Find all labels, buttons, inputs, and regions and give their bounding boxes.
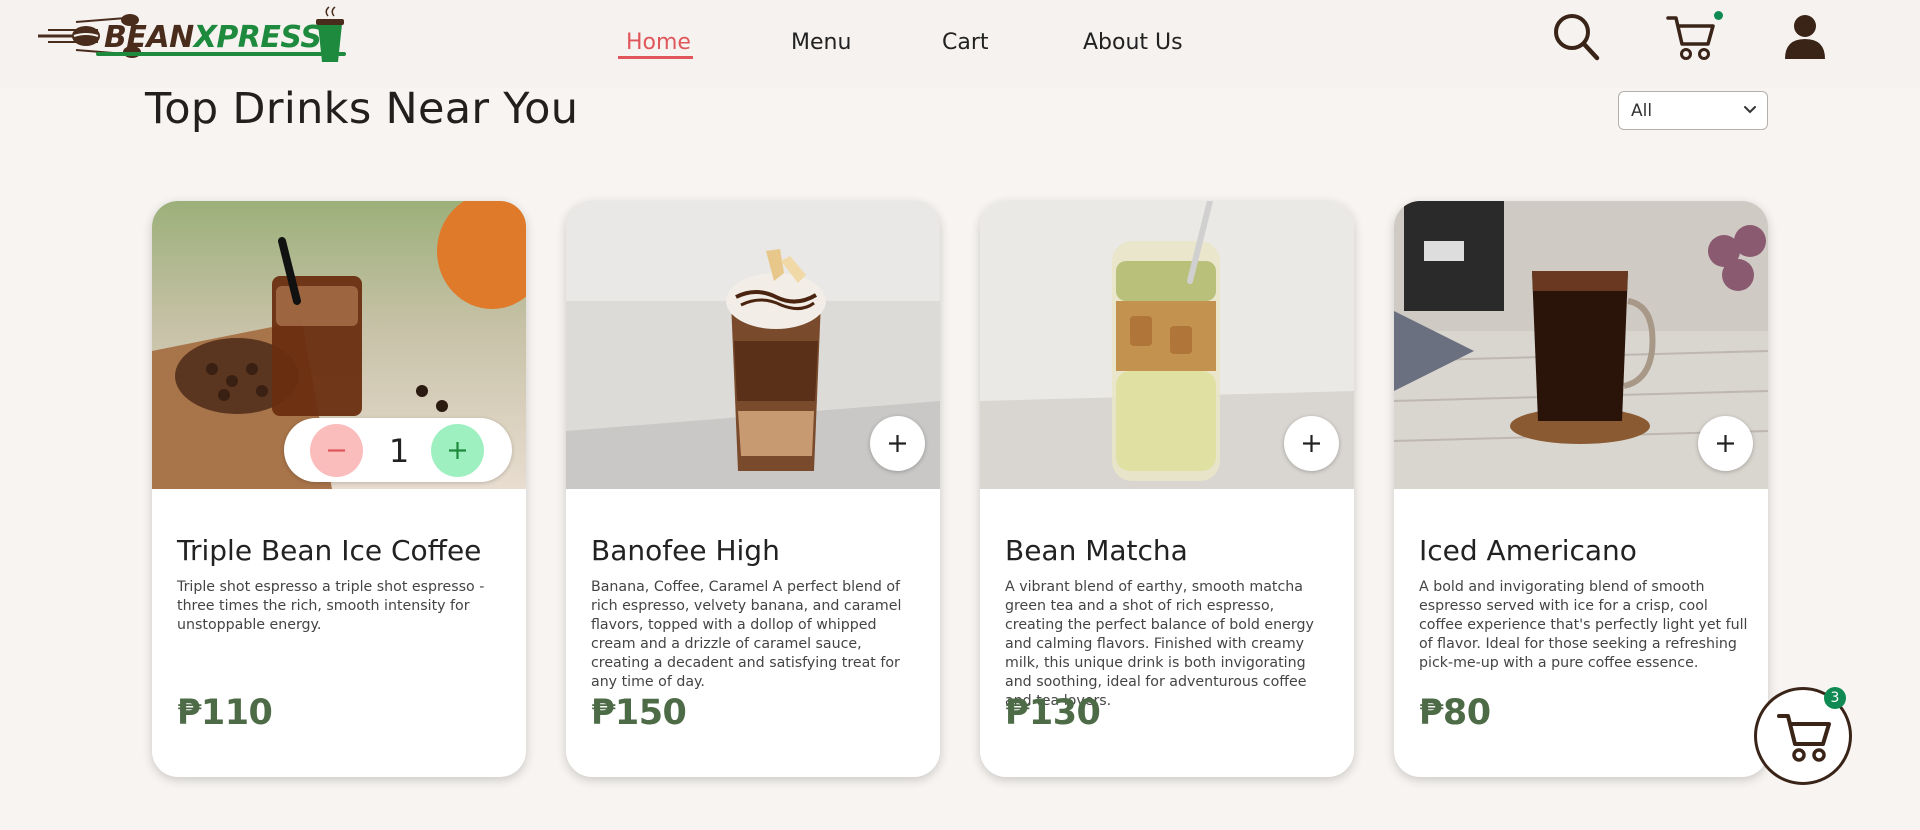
decrease-quantity-button[interactable]: [310, 424, 363, 477]
cart-icon[interactable]: [1666, 14, 1716, 62]
product-price: ₱130: [1005, 693, 1101, 733]
product-description: A vibrant blend of earthy, smooth matcha…: [1005, 579, 1314, 709]
add-to-cart-button[interactable]: [870, 416, 925, 471]
plus-icon: [1303, 435, 1320, 452]
category-filter-select[interactable]: All: [1618, 91, 1768, 130]
product-card[interactable]: 1 Triple Bean Ice Coffee Triple shot esp…: [152, 201, 526, 777]
product-description: Banana, Coffee, Caramel A perfect blend …: [591, 579, 902, 690]
product-description: A bold and invigorating blend of smooth …: [1419, 579, 1748, 671]
beanxpress-logo[interactable]: BEANXPRESS: [36, 6, 348, 68]
product-card[interactable]: Iced Americano A bold and invigorating b…: [1394, 201, 1768, 777]
quantity-value: 1: [388, 432, 410, 470]
cart-count-badge: 3: [1824, 687, 1846, 709]
quantity-stepper: 1: [284, 418, 512, 482]
site-header: BEANXPRESS Home Menu Cart About Us: [0, 0, 1920, 88]
plus-icon: [449, 442, 466, 459]
nav-menu[interactable]: Menu: [791, 30, 851, 55]
add-to-cart-button[interactable]: [1698, 416, 1753, 471]
add-to-cart-button[interactable]: [1284, 416, 1339, 471]
cart-icon: [1777, 714, 1831, 762]
product-name: Banofee High: [591, 534, 780, 567]
logo-wordmark: BEANXPRESS: [104, 20, 322, 55]
cart-notification-dot: [1714, 11, 1723, 20]
page-title: Top Drinks Near You: [145, 84, 579, 134]
logo-text-xpress: XPRESS: [193, 20, 322, 55]
product-description: Triple shot espresso a triple shot espre…: [177, 579, 485, 633]
product-price: ₱150: [591, 693, 687, 733]
product-name: Bean Matcha: [1005, 534, 1188, 567]
nav-home[interactable]: Home: [618, 30, 693, 59]
logo-underline: [96, 52, 346, 56]
search-icon[interactable]: [1552, 12, 1600, 62]
plus-icon: [889, 435, 906, 452]
product-price: ₱80: [1419, 693, 1491, 733]
product-name: Triple Bean Ice Coffee: [177, 534, 482, 567]
plus-icon: [1717, 435, 1734, 452]
product-card[interactable]: Banofee High Banana, Coffee, Caramel A p…: [566, 201, 940, 777]
nav-cart[interactable]: Cart: [942, 30, 989, 55]
nav-about-us[interactable]: About Us: [1083, 30, 1183, 55]
logo-text-bean: BEAN: [104, 20, 194, 55]
product-price: ₱110: [177, 693, 273, 733]
product-card[interactable]: Bean Matcha A vibrant blend of earthy, s…: [980, 201, 1354, 777]
user-icon[interactable]: [1783, 13, 1827, 61]
chevron-down-icon: [1744, 106, 1756, 114]
increase-quantity-button[interactable]: [431, 424, 484, 477]
filter-selected-value: All: [1631, 101, 1653, 121]
minus-icon: [328, 449, 345, 452]
product-name: Iced Americano: [1419, 534, 1637, 567]
